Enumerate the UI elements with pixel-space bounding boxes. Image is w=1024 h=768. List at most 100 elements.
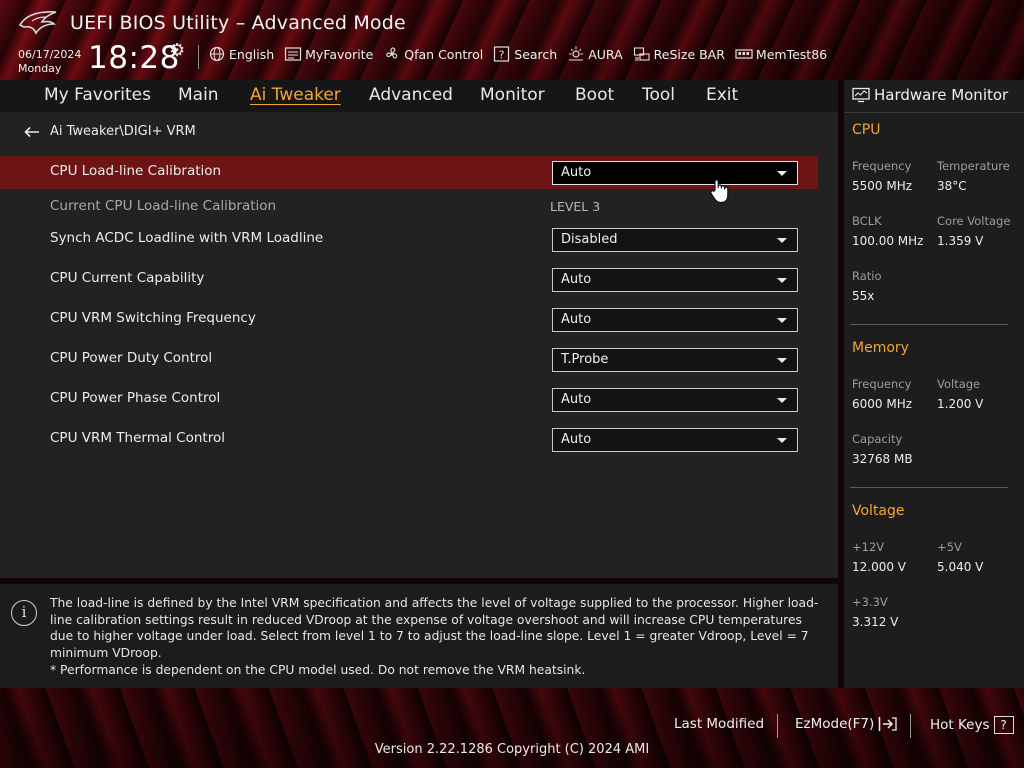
bclk-label: BCLK <box>852 214 882 228</box>
cpu-current-capability-dropdown[interactable]: Auto <box>552 268 798 292</box>
hw-divider <box>850 487 1008 488</box>
language-button[interactable]: English <box>208 46 274 62</box>
current-llc-value: LEVEL 3 <box>550 199 601 214</box>
globe-icon <box>209 46 225 62</box>
aura-button[interactable]: AURA <box>567 46 623 62</box>
power-phase-control-dropdown[interactable]: Auto <box>552 388 798 412</box>
mem-frequency-label: Frequency <box>852 377 912 391</box>
cpu-llc-value: Auto <box>561 165 592 180</box>
core-voltage-value: 1.359 V <box>937 234 984 248</box>
setting-label-cpu-current-capability: CPU Current Capability <box>50 270 205 286</box>
v5-label: +5V <box>937 540 962 554</box>
resize-bar-icon <box>633 47 650 61</box>
date-display: 06/17/2024 Monday <box>18 48 81 76</box>
chevron-down-icon <box>777 358 787 363</box>
version-text: Version 2.22.1286 Copyright (C) 2024 AMI <box>374 742 650 757</box>
vrm-switching-frequency-value: Auto <box>561 312 592 327</box>
clock[interactable]: 18:28 <box>88 40 180 76</box>
tab-my-favorites[interactable]: My Favorites <box>44 85 151 105</box>
hw-section-voltage: Voltage <box>852 503 905 519</box>
setting-label-current-llc: Current CPU Load-line Calibration <box>50 198 277 214</box>
hardware-monitor-title: Hardware Monitor <box>852 86 1008 104</box>
chevron-down-icon <box>777 238 787 243</box>
core-voltage-label: Core Voltage <box>937 214 1011 228</box>
memtest-button[interactable]: MemTest86 <box>735 46 827 62</box>
power-phase-control-value: Auto <box>561 392 592 407</box>
setting-label-vrm-thermal-control: CPU VRM Thermal Control <box>50 430 225 446</box>
mem-capacity-value: 32768 MB <box>852 452 913 466</box>
ratio-value: 55x <box>852 289 875 303</box>
setting-label-cpu-llc: CPU Load-line Calibration <box>50 163 222 179</box>
search-button[interactable]: ? Search <box>493 46 557 62</box>
date-text: 06/17/2024 <box>18 48 82 61</box>
resize-bar-button[interactable]: ReSize BAR <box>633 46 725 62</box>
ezmode-button[interactable]: EzMode(F7) <box>795 716 898 732</box>
footer-divider <box>777 714 778 738</box>
hw-section-memory: Memory <box>852 340 909 356</box>
mem-voltage-label: Voltage <box>937 377 981 391</box>
language-label: English <box>229 46 275 62</box>
help-key-icon: ? <box>993 716 1014 734</box>
help-description: The load-line is defined by the Intel VR… <box>50 596 819 660</box>
monitor-icon <box>852 87 870 103</box>
breadcrumb[interactable]: Ai Tweaker\DIGI+ VRM <box>24 124 196 139</box>
header-divider <box>198 45 199 69</box>
svg-text:?: ? <box>499 49 505 62</box>
resize-bar-label: ReSize BAR <box>653 46 725 62</box>
mem-frequency-value: 6000 MHz <box>852 397 913 411</box>
rog-logo-icon <box>18 11 57 35</box>
cpu-temperature-value: 38°C <box>937 179 967 193</box>
tab-main[interactable]: Main <box>178 85 219 105</box>
gear-icon[interactable]: ⚙ <box>169 40 185 61</box>
chevron-down-icon <box>777 278 787 283</box>
tab-monitor[interactable]: Monitor <box>480 85 545 105</box>
memtest-label: MemTest86 <box>755 46 828 62</box>
power-duty-control-value: T.Probe <box>561 352 609 367</box>
toolbar: English MyFavorite Qfan Control ? Search… <box>208 46 827 62</box>
v12-value: 12.000 V <box>852 560 907 574</box>
chevron-down-icon <box>777 318 787 323</box>
last-modified-label: Last Modified <box>674 716 765 732</box>
exit-to-ezmode-icon <box>879 717 897 731</box>
synch-acdc-dropdown[interactable]: Disabled <box>552 228 798 252</box>
chevron-down-icon <box>777 398 787 403</box>
app-title: UEFI BIOS Utility – Advanced Mode <box>70 12 406 34</box>
aura-label: AURA <box>588 46 623 62</box>
myfavorite-label: MyFavorite <box>305 46 374 62</box>
search-icon: ? <box>494 46 510 62</box>
cpu-current-capability-value: Auto <box>561 272 592 287</box>
chevron-down-icon <box>777 171 787 176</box>
hot-keys-button[interactable]: Hot Keys ? <box>930 716 1014 734</box>
cpu-llc-dropdown[interactable]: Auto <box>552 161 798 185</box>
qfan-control-button[interactable]: Qfan Control <box>383 46 483 62</box>
cpu-frequency-value: 5500 MHz <box>852 179 913 193</box>
hot-keys-label: Hot Keys <box>930 717 990 733</box>
setting-label-synch-acdc: Synch ACDC Loadline with VRM Loadline <box>50 230 324 246</box>
tab-tool[interactable]: Tool <box>642 85 675 105</box>
info-icon: i <box>11 600 37 626</box>
hardware-monitor-title-text: Hardware Monitor <box>874 86 1009 104</box>
back-arrow-icon[interactable] <box>24 126 40 138</box>
myfavorite-button[interactable]: MyFavorite <box>284 46 373 62</box>
tab-boot[interactable]: Boot <box>575 85 614 105</box>
fan-icon <box>386 47 398 59</box>
v33-label: +3.3V <box>852 595 888 609</box>
vrm-switching-frequency-dropdown[interactable]: Auto <box>552 308 798 332</box>
hand-cursor-icon <box>710 179 729 204</box>
last-modified-button[interactable]: Last Modified <box>674 716 764 732</box>
ezmode-label: EzMode(F7) <box>795 716 875 732</box>
setting-label-vrm-switching-frequency: CPU VRM Switching Frequency <box>50 310 256 326</box>
bclk-value: 100.00 MHz <box>852 234 924 248</box>
day-text: Monday <box>18 62 62 75</box>
power-duty-control-dropdown[interactable]: T.Probe <box>552 348 798 372</box>
tab-exit[interactable]: Exit <box>706 85 738 105</box>
favorite-icon <box>285 47 302 61</box>
setting-label-power-duty-control: CPU Power Duty Control <box>50 350 213 366</box>
hw-title-divider <box>844 112 1024 113</box>
tab-advanced[interactable]: Advanced <box>369 85 453 105</box>
mem-voltage-value: 1.200 V <box>937 397 984 411</box>
vrm-thermal-control-dropdown[interactable]: Auto <box>552 428 798 452</box>
synch-acdc-value: Disabled <box>561 232 618 247</box>
v12-label: +12V <box>852 540 885 554</box>
tab-ai-tweaker[interactable]: Ai Tweaker <box>250 85 341 105</box>
